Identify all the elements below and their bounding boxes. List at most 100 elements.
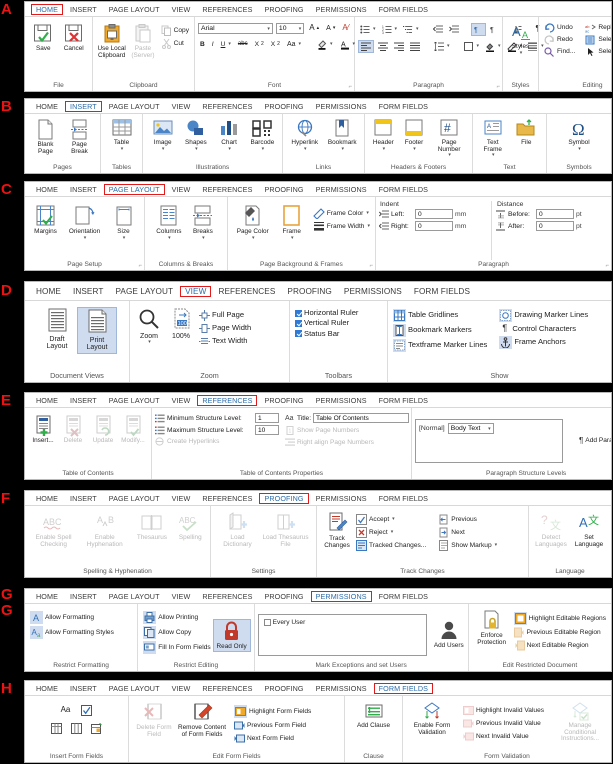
hyperlink-button[interactable]: Hyperlink ▾ bbox=[286, 118, 324, 153]
tab-permissions[interactable]: PERMISSIONS bbox=[339, 286, 407, 297]
tab-insert[interactable]: INSERT bbox=[65, 493, 102, 504]
tab-form-fields[interactable]: FORM FIELDS bbox=[374, 184, 433, 195]
cut-button[interactable]: Cut bbox=[159, 37, 191, 50]
page-color-button[interactable]: Page Color ▾ bbox=[231, 203, 275, 242]
modify-toc-button[interactable]: Modify... bbox=[118, 414, 148, 446]
load-dictionary-button[interactable]: Load Dictionary bbox=[216, 511, 260, 549]
tab-references[interactable]: REFERENCES bbox=[197, 493, 257, 504]
distance-before-input[interactable]: 0 bbox=[536, 209, 574, 219]
find-button[interactable]: Find... bbox=[542, 46, 577, 58]
structure-style-combo[interactable]: Body Text ▾ bbox=[447, 423, 494, 434]
tab-home[interactable]: HOME bbox=[31, 286, 66, 297]
frame-color-button[interactable]: Frame Color ▾ bbox=[311, 207, 372, 220]
tab-insert[interactable]: INSERT bbox=[65, 184, 102, 195]
tab-page-layout[interactable]: PAGE LAYOUT bbox=[104, 4, 165, 15]
tab-references[interactable]: REFERENCES bbox=[197, 683, 257, 694]
ltr-text-button[interactable]: ¶ bbox=[470, 23, 486, 36]
manage-conditional-instructions-button[interactable]: Manage Conditional Instructions... bbox=[554, 701, 606, 744]
add-paragraph-button[interactable]: ¶ Add Paragraph ▾ bbox=[577, 436, 611, 447]
print-layout-button[interactable]: Print Layout bbox=[77, 307, 117, 354]
file-insert-button[interactable]: File bbox=[510, 118, 544, 148]
tab-insert[interactable]: INSERT bbox=[68, 286, 108, 297]
clear-formatting-icon[interactable]: A⁄ bbox=[340, 23, 351, 34]
tab-references[interactable]: REFERENCES bbox=[197, 394, 258, 406]
frame-width-button[interactable]: Frame Width ▾ bbox=[311, 220, 372, 233]
tab-home[interactable]: HOME bbox=[31, 395, 63, 406]
delete-toc-button[interactable]: Delete bbox=[58, 414, 88, 446]
select-all-button[interactable]: Select All bbox=[583, 34, 611, 46]
align-right-button[interactable] bbox=[392, 41, 406, 52]
highlight-editable-regions-toggle[interactable]: Highlight Editable Regions bbox=[512, 611, 608, 626]
tab-view[interactable]: VIEW bbox=[167, 683, 196, 694]
highlight-invalid-values-toggle[interactable]: Highlight Invalid Values bbox=[461, 704, 546, 717]
tab-references[interactable]: REFERENCES bbox=[197, 101, 257, 112]
tab-proofing[interactable]: PROOFING bbox=[259, 683, 308, 694]
tab-view[interactable]: VIEW bbox=[167, 493, 196, 504]
text-frame-button[interactable]: A Text Frame ▾ bbox=[476, 118, 510, 160]
tab-home[interactable]: HOME bbox=[31, 493, 63, 504]
show-markup-button[interactable]: Show Markup ▾ bbox=[436, 539, 499, 552]
table-gridlines-toggle[interactable]: Table Gridlines bbox=[391, 308, 489, 323]
tab-permissions[interactable]: PERMISSIONS bbox=[311, 101, 372, 112]
select-objects-button[interactable]: Select Objects bbox=[583, 46, 611, 58]
tab-home[interactable]: HOME bbox=[31, 3, 63, 15]
enforce-protection-button[interactable]: Enforce Protection bbox=[472, 609, 512, 647]
tab-permissions[interactable]: PERMISSIONS bbox=[310, 590, 372, 602]
footer-button[interactable]: Footer ▾ bbox=[399, 118, 430, 153]
load-thesaurus-file-button[interactable]: Load Thesaurus File bbox=[260, 511, 312, 549]
toc-title-input[interactable]: Table Of Contents bbox=[313, 413, 410, 423]
list-field-button[interactable] bbox=[69, 722, 84, 735]
indent-left-input[interactable]: 0 bbox=[415, 209, 453, 219]
tab-insert[interactable]: INSERT bbox=[64, 100, 102, 112]
tab-proofing[interactable]: PROOFING bbox=[282, 286, 336, 297]
enable-form-validation-button[interactable]: Enable Form Validation bbox=[406, 701, 458, 737]
tab-view[interactable]: VIEW bbox=[167, 591, 196, 602]
image-button[interactable]: Image ▾ bbox=[146, 118, 179, 153]
add-users-button[interactable]: Add Users bbox=[433, 619, 465, 651]
allow-formatting-styles-toggle[interactable]: Aa Allow Formatting Styles bbox=[28, 625, 116, 640]
zoom-100-button[interactable]: 100 100% bbox=[165, 307, 197, 341]
allow-formatting-toggle[interactable]: A Allow Formatting bbox=[28, 610, 116, 625]
tab-insert[interactable]: INSERT bbox=[65, 4, 102, 15]
tab-permissions[interactable]: PERMISSIONS bbox=[311, 4, 372, 15]
redo-button[interactable]: Redo bbox=[542, 34, 577, 46]
paragraph-dialog-launcher-icon[interactable]: ⌐ bbox=[496, 84, 500, 90]
spelling-button[interactable]: ABC Spelling bbox=[174, 511, 207, 543]
tab-page-layout[interactable]: PAGE LAYOUT bbox=[104, 591, 165, 602]
rtl-text-button[interactable]: ¶ bbox=[488, 24, 501, 35]
increase-indent-button[interactable] bbox=[447, 24, 461, 35]
blank-page-button[interactable]: Blank Page bbox=[29, 118, 63, 156]
breaks-button[interactable]: Breaks ▾ bbox=[186, 203, 220, 242]
combo-field-button[interactable] bbox=[89, 722, 104, 735]
tab-form-fields[interactable]: FORM FIELDS bbox=[374, 493, 433, 504]
bookmark-button[interactable]: Bookmark ▾ bbox=[324, 118, 362, 153]
highlight-form-fields-toggle[interactable]: Highlight Form Fields bbox=[232, 704, 313, 719]
columns-button[interactable]: Columns ▾ bbox=[152, 203, 186, 242]
copy-button[interactable]: Copy bbox=[159, 24, 191, 37]
tracked-changes-button[interactable]: Tracked Changes... bbox=[354, 539, 428, 552]
previous-editable-region-button[interactable]: Previous Editable Region bbox=[512, 626, 608, 639]
fill-in-form-fields-toggle[interactable]: Fill In Form Fields bbox=[141, 640, 212, 655]
tab-proofing[interactable]: PROOFING bbox=[259, 184, 308, 195]
track-changes-button[interactable]: Track Changes bbox=[320, 511, 354, 550]
margins-button[interactable]: Margins bbox=[29, 203, 63, 237]
full-page-button[interactable]: Full Page bbox=[197, 309, 253, 322]
bookmark-markers-toggle[interactable]: Bookmark Markers bbox=[391, 323, 489, 338]
table-button[interactable]: Table ▾ bbox=[105, 118, 139, 153]
tab-view[interactable]: VIEW bbox=[167, 395, 196, 406]
paragraph-layout-dialog-launcher-icon[interactable]: ⌐ bbox=[605, 263, 609, 269]
every-user-checkbox-row[interactable]: Every User bbox=[262, 618, 423, 627]
tab-proofing[interactable]: PROOFING bbox=[259, 492, 309, 504]
page-break-button[interactable]: Page Break bbox=[63, 118, 97, 156]
minimum-structure-level-input[interactable]: 1 bbox=[255, 413, 279, 423]
numbering-button[interactable]: 1 2 3 ▾ bbox=[380, 24, 400, 35]
undo-button[interactable]: Undo bbox=[542, 22, 577, 34]
cancel-button[interactable]: Cancel bbox=[59, 22, 90, 54]
page-width-button[interactable]: Page Width bbox=[197, 322, 253, 335]
change-case-button[interactable]: Aa ▾ bbox=[285, 40, 303, 50]
replace-button[interactable]: abac Replace... bbox=[583, 22, 611, 34]
tab-permissions[interactable]: PERMISSIONS bbox=[311, 683, 372, 694]
font-size-combo[interactable]: 10 ▾ bbox=[275, 23, 305, 34]
draft-layout-button[interactable]: Draft Layout bbox=[37, 307, 77, 352]
detect-languages-button[interactable]: ? 文 Detect Languages bbox=[532, 511, 570, 549]
